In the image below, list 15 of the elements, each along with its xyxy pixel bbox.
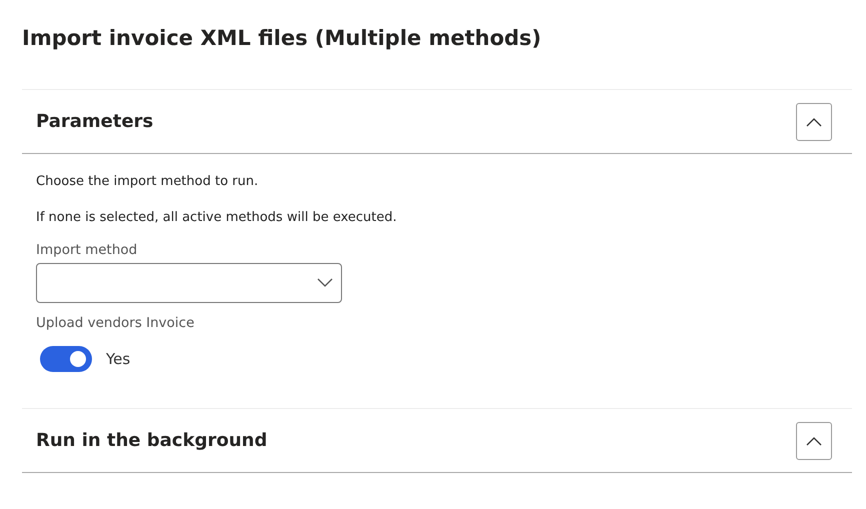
collapse-button[interactable] [796, 102, 832, 140]
chevron-icon [806, 436, 822, 446]
chevron-icon [806, 116, 822, 126]
chevron-down-icon [317, 278, 333, 288]
collapse-button[interactable] [796, 422, 832, 460]
toggle-switch[interactable] [40, 346, 92, 372]
instruction-text: Choose the import method to run. [36, 173, 260, 191]
page-title: Import invoice XML files (Multiple methods) [22, 25, 542, 52]
toggle-state-text: Yes [106, 350, 130, 368]
section-title: Parameters [36, 111, 154, 132]
field-label: Import method [36, 241, 138, 260]
field-label: Upload vendors Invoice [36, 314, 196, 333]
instruction-text: If none is selected, all active methods will be executed. [36, 209, 398, 227]
import-method-dropdown[interactable] [36, 263, 342, 303]
section-title: Run in the background [36, 430, 268, 451]
